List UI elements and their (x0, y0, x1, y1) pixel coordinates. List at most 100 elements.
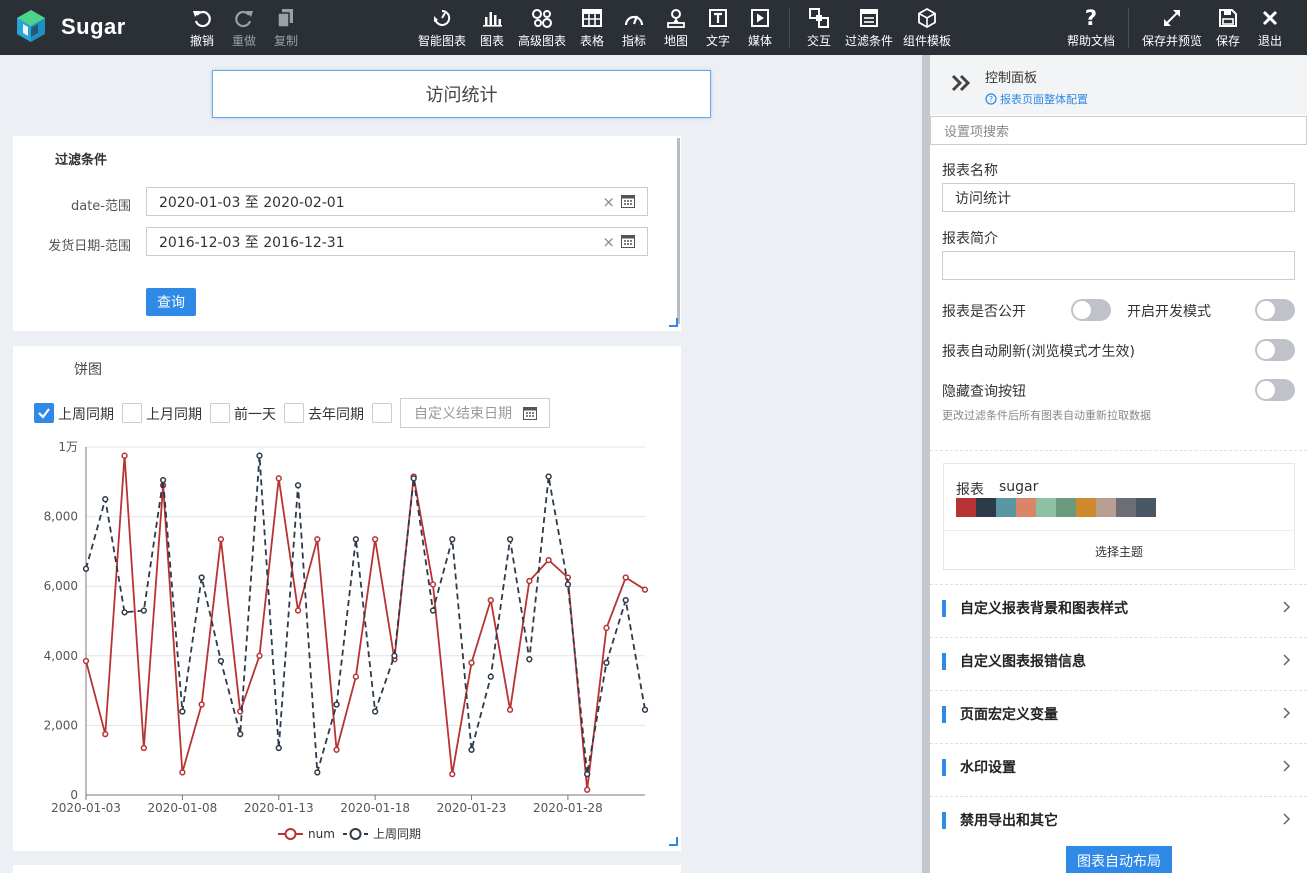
table-label: 表格 (580, 34, 605, 48)
choose-theme-button[interactable]: 选择主题 (944, 543, 1294, 560)
data-point-0 (545, 556, 552, 564)
public-toggle[interactable] (1071, 299, 1111, 321)
chart-button[interactable]: 图表 (480, 7, 504, 49)
y-tick-label: 6,000 (44, 579, 78, 593)
divider (930, 450, 1307, 451)
report-name-input[interactable]: 访问统计 (942, 183, 1295, 212)
compare-prev-day-checkbox[interactable] (210, 403, 230, 423)
compare-last-week-checkbox[interactable] (34, 403, 54, 423)
undo-button[interactable]: 撤销 (190, 7, 214, 49)
help-button[interactable]: ? 帮助文档 (1067, 7, 1115, 49)
cube-icon (918, 8, 936, 28)
auto-layout-button[interactable]: 图表自动布局 (1066, 846, 1172, 873)
toolbar-divider (789, 8, 790, 48)
redo-button[interactable]: 重做 (232, 7, 256, 49)
clear-icon[interactable]: × (602, 193, 615, 211)
calendar-icon[interactable] (523, 407, 537, 420)
report-desc-input[interactable] (942, 251, 1295, 280)
data-point-1 (371, 708, 379, 715)
compare-prev-day-label: 前一天 (234, 407, 276, 423)
data-point-1 (314, 769, 321, 776)
filter-condition-button[interactable]: 过滤条件 (845, 7, 893, 49)
data-point-1 (449, 536, 456, 543)
report-canvas: 访问统计 过滤条件 date-范围 2020-01-03 至 2020-02-0… (0, 55, 922, 873)
chart-card[interactable]: 0 2,000 4,000 6,000 8,000 1万 2020-01-03 2020-01… (13, 346, 681, 851)
report-desc-label: 报表简介 (942, 231, 998, 247)
legend-label-0: num (308, 827, 335, 841)
data-point-0 (333, 746, 340, 753)
data-point-1 (506, 536, 514, 543)
data-point-0 (256, 652, 263, 659)
theme-label: 报表 (956, 482, 984, 498)
ship-date-range-label: 发货日期-范围 (48, 239, 131, 254)
accordion-disable-export[interactable]: 禁用导出和其它 (930, 797, 1307, 850)
save-button[interactable]: 保存 (1216, 7, 1240, 49)
bar-chart-icon (483, 12, 502, 27)
data-point-0 (526, 577, 533, 585)
report-title[interactable]: 访问统计 (212, 70, 711, 118)
compare-last-month-checkbox[interactable] (122, 403, 142, 423)
advanced-chart-button[interactable]: 高级图表 (518, 7, 566, 49)
save-disk-icon (1219, 9, 1237, 27)
calendar-icon[interactable] (621, 195, 635, 208)
map-button[interactable]: 地图 (664, 7, 688, 49)
resize-handle[interactable] (669, 837, 678, 846)
hide-query-hint: 更改过滤条件后所有图表自动重新拉取数据 (942, 409, 1151, 422)
date-range-value: 2020-01-03 至 2020-02-01 (159, 194, 345, 211)
scrollbar[interactable] (677, 138, 680, 324)
custom-end-date-placeholder: 自定义结束日期 (414, 406, 512, 422)
table-button[interactable]: 表格 (580, 7, 604, 49)
accent-bar (942, 759, 946, 776)
exit-button[interactable]: 退出 (1258, 7, 1282, 49)
chevron-right-icon (1283, 760, 1291, 772)
indicator-button[interactable]: 指标 (622, 7, 646, 49)
y-tick-label: 1万 (58, 440, 78, 454)
date-range-input[interactable]: 2020-01-03 至 2020-02-01 × (146, 187, 648, 216)
interaction-button[interactable]: 交互 (807, 7, 831, 49)
data-point-1 (102, 496, 109, 503)
data-point-0 (198, 701, 205, 708)
settings-search-input[interactable]: 设置项搜索 (930, 116, 1307, 145)
accordion-watermark[interactable]: 水印设置 (930, 744, 1307, 797)
chevron-right-icon (1283, 601, 1291, 613)
smart-chart-button[interactable]: 智能图表 (418, 7, 466, 49)
query-button[interactable]: 查询 (146, 288, 196, 316)
hide-query-toggle[interactable] (1255, 379, 1295, 401)
accordion-bg-style[interactable]: 自定义报表背景和图表样式 (930, 585, 1307, 638)
smart-chart-label: 智能图表 (418, 34, 467, 48)
save-preview-button[interactable]: 保存并预览 (1142, 7, 1202, 49)
next-chart-card[interactable] (13, 865, 681, 873)
text-button[interactable]: 文字 (706, 7, 730, 49)
theme-name: sugar (999, 479, 1039, 495)
custom-end-date-input[interactable]: 自定义结束日期 (400, 398, 550, 428)
media-button[interactable]: 媒体 (748, 7, 772, 49)
data-point-0 (468, 659, 475, 666)
page-config-link[interactable]: ? 报表页面整体配置 (985, 91, 1088, 107)
accordion-label: 页面宏定义变量 (960, 707, 1058, 723)
auto-refresh-toggle[interactable] (1255, 339, 1295, 361)
dev-mode-toggle[interactable] (1255, 299, 1295, 321)
collapse-panel-icon[interactable] (950, 73, 972, 93)
x-tick-label: 2020-01-03 (51, 801, 121, 815)
copy-button[interactable]: 复制 (274, 7, 298, 49)
x-tick-label: 2020-01-23 (437, 801, 507, 815)
component-template-button[interactable]: 组件模板 (903, 7, 951, 49)
filter-card[interactable]: 过滤条件 date-范围 2020-01-03 至 2020-02-01 × 发… (13, 136, 681, 331)
data-point-0 (584, 786, 591, 793)
data-point-1 (333, 701, 340, 708)
compare-last-year-checkbox[interactable] (284, 403, 304, 423)
ship-date-range-input[interactable]: 2016-12-03 至 2016-12-31 × (146, 227, 648, 256)
report-name-label: 报表名称 (942, 163, 998, 179)
data-point-0 (603, 624, 610, 632)
accordion-macro-vars[interactable]: 页面宏定义变量 (930, 691, 1307, 744)
panel-splitter[interactable] (922, 55, 930, 873)
resize-handle[interactable] (669, 318, 678, 327)
accordion-error-info[interactable]: 自定义图表报错信息 (930, 638, 1307, 691)
data-point-1 (82, 565, 90, 572)
data-point-1 (429, 607, 437, 614)
data-point-1 (217, 657, 225, 665)
custom-end-date-checkbox[interactable] (372, 403, 392, 423)
clear-icon[interactable]: × (602, 233, 615, 251)
media-label: 媒体 (748, 34, 773, 48)
calendar-icon[interactable] (621, 235, 635, 248)
